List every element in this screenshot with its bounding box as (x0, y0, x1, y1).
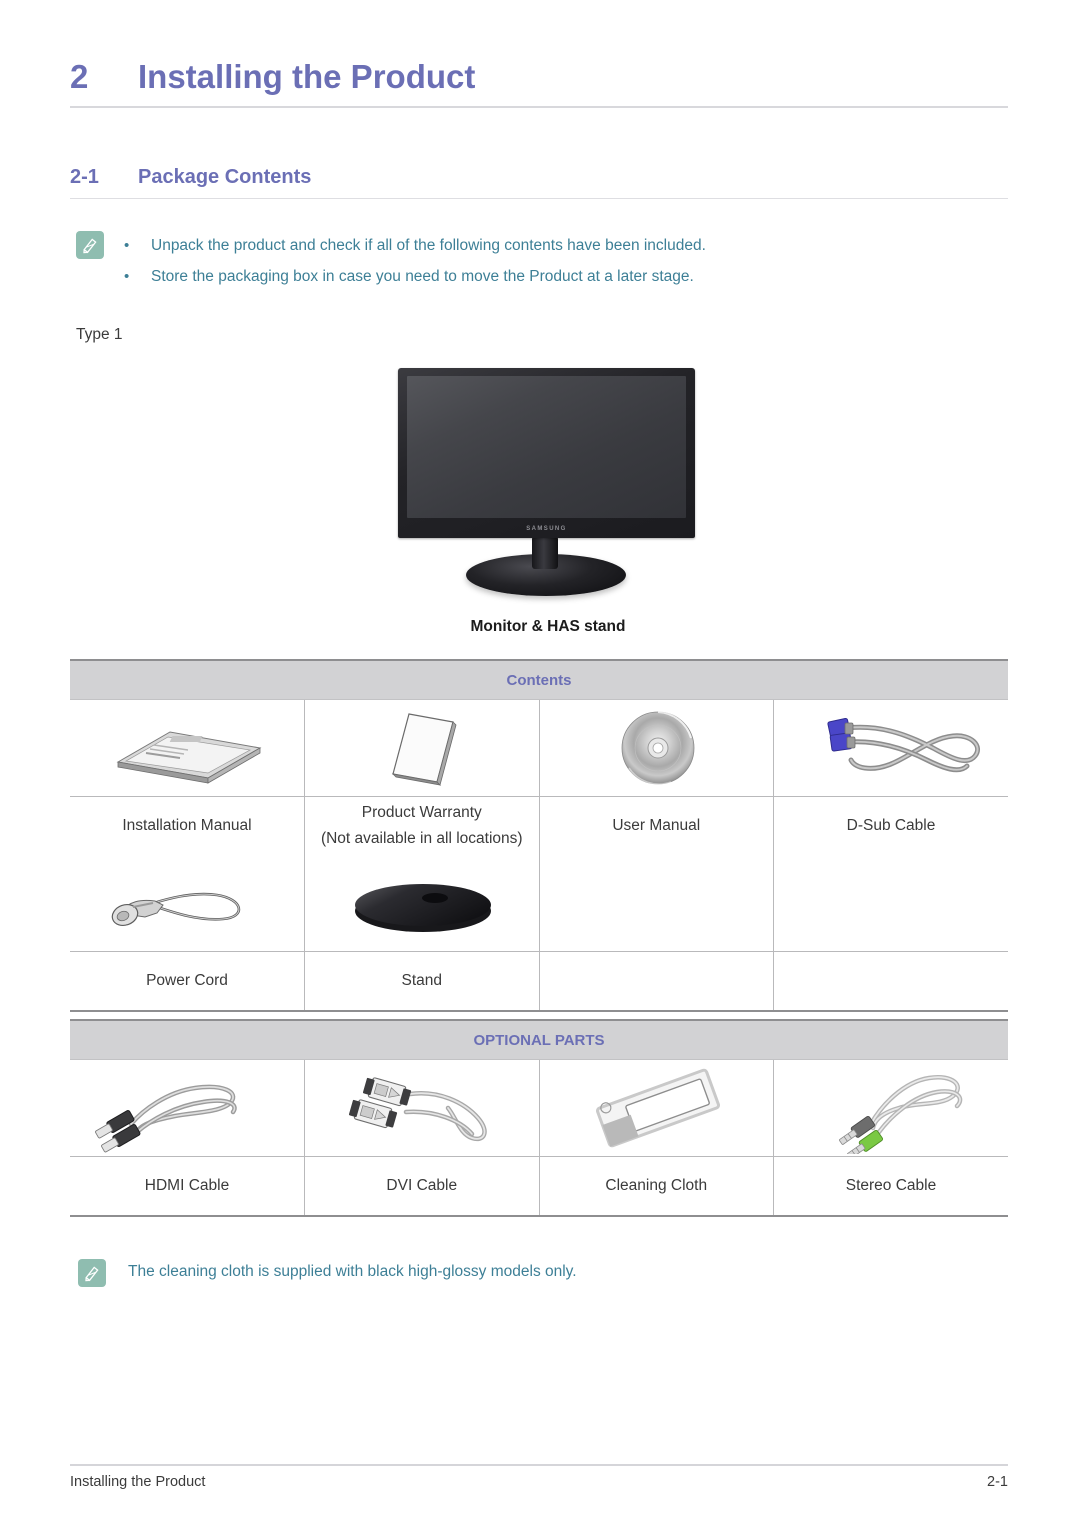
monitor-screen (407, 376, 686, 518)
cell-label: D-Sub Cable (773, 796, 1008, 855)
dvi-cable-icon (306, 1062, 540, 1154)
cell-label: Stand (304, 951, 540, 1012)
table-band-row: OPTIONAL PARTS (70, 1019, 1008, 1060)
cell-image (538, 699, 775, 797)
cell-label-empty (773, 951, 1008, 1012)
section-title: Package Contents (138, 166, 312, 188)
section-divider (70, 198, 1008, 199)
note-text: Unpack the product and check if all of t… (151, 237, 706, 254)
table-band-row: Contents (70, 659, 1008, 700)
monitor-caption: Monitor & HAS stand (470, 618, 626, 635)
cell-image-empty (538, 855, 774, 952)
cell-label-empty (538, 951, 774, 1012)
item-label: D-Sub Cable (846, 817, 936, 834)
optional-band-label: OPTIONAL PARTS (70, 1019, 1008, 1060)
footer-divider (70, 1464, 1008, 1466)
cell-image (538, 1059, 775, 1157)
chapter-heading: 2 Installing the Product (70, 58, 1008, 108)
table-label-row: Installation Manual Product Warranty (No… (70, 796, 1008, 855)
cell-label: Stereo Cable (773, 1156, 1008, 1217)
cell-image-empty (773, 855, 1008, 952)
chapter-divider (70, 106, 1008, 108)
table-row (70, 1059, 1009, 1159)
item-sublabel: (Not available in all locations) (320, 830, 523, 847)
note-pencil-icon (76, 231, 104, 259)
cell-image (70, 855, 305, 952)
samsung-logo: SAMSUNG (526, 526, 567, 532)
cell-label: Installation Manual (70, 796, 305, 855)
power-cord-icon (71, 857, 305, 949)
cell-label: Power Cord (70, 951, 305, 1012)
contents-table: Contents Installation Manual Product War… (70, 659, 1008, 1012)
cell-label: Product Warranty (Not available in all l… (304, 796, 540, 855)
item-label: Installation Manual (122, 817, 252, 834)
cell-label: HDMI Cable (70, 1156, 305, 1217)
cell-label: DVI Cable (304, 1156, 540, 1217)
table-label-row: HDMI Cable DVI Cable Cleaning Cloth Ster… (70, 1156, 1008, 1217)
contents-band-label: Contents (70, 659, 1008, 700)
section-number: 2-1 (70, 166, 99, 188)
product-warranty-icon (306, 702, 540, 794)
note-text: Store the packaging box in case you need… (151, 268, 694, 285)
item-label: Stereo Cable (845, 1177, 937, 1194)
cell-label: User Manual (538, 796, 774, 855)
stereo-cable-icon (775, 1062, 1009, 1159)
item-label: HDMI Cable (144, 1177, 230, 1194)
chapter-number: 2 (70, 58, 89, 95)
item-label: User Manual (612, 817, 701, 834)
item-label: Product Warranty (361, 804, 482, 821)
item-label: Stand (401, 972, 442, 989)
cell-label: Cleaning Cloth (538, 1156, 774, 1217)
cell-image (70, 1059, 305, 1157)
note-text: The cleaning cloth is supplied with blac… (128, 1263, 577, 1280)
table-row (70, 855, 1008, 952)
cd-disc-icon (541, 702, 775, 794)
monitor-bezel: SAMSUNG (398, 368, 695, 538)
cell-image (304, 855, 540, 952)
note-pencil-icon (78, 1259, 106, 1287)
item-label: Power Cord (146, 972, 228, 989)
document-page: 2 Installing the Product 2-1 Package Con… (0, 0, 1080, 1527)
cell-image (773, 1059, 1009, 1159)
page-footer: Installing the Product 2-1 (70, 1474, 1008, 1490)
stand-icon (306, 857, 540, 949)
note-box-top: • Unpack the product and check if all of… (76, 230, 706, 292)
note-item: • Unpack the product and check if all of… (124, 230, 706, 261)
installation-manual-icon (71, 702, 305, 794)
item-label: Cleaning Cloth (605, 1177, 708, 1194)
monitor-illustration: SAMSUNG (398, 368, 698, 596)
cell-image (304, 1059, 540, 1157)
note-bullet: • (124, 268, 130, 285)
type-label: Type 1 (76, 326, 123, 343)
note-bullet: • (124, 237, 130, 254)
note-box-bottom: The cleaning cloth is supplied with blac… (78, 1258, 577, 1287)
cell-image (773, 699, 1009, 797)
cleaning-cloth-icon (541, 1062, 775, 1154)
table-row (70, 699, 1009, 797)
footer-left-text: Installing the Product (70, 1474, 206, 1490)
cell-image (304, 699, 540, 797)
section-heading: 2-1 Package Contents (70, 166, 1008, 199)
chapter-title: Installing the Product (138, 58, 476, 95)
hdmi-cable-icon (71, 1062, 305, 1154)
table-label-row: Power Cord Stand (70, 951, 1008, 1012)
dsub-cable-icon (775, 702, 1009, 794)
footer-page-number: 2-1 (987, 1474, 1008, 1490)
optional-parts-table: OPTIONAL PARTS HDMI Cable DVI Cable Clea… (70, 1019, 1008, 1217)
item-label: DVI Cable (386, 1177, 458, 1194)
cell-image (70, 699, 305, 797)
note-item: • Store the packaging box in case you ne… (124, 261, 706, 292)
monitor-neck (532, 536, 558, 569)
